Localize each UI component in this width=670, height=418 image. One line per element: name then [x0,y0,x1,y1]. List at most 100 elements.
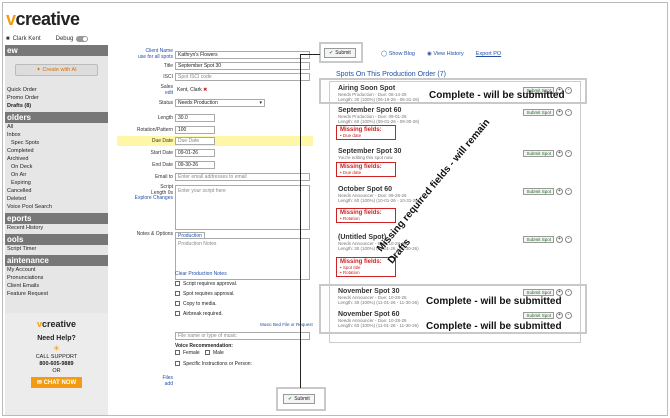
remove-icon[interactable]: ✖ [203,87,207,93]
music-field[interactable]: File name or type of music [175,332,310,340]
copy-icon[interactable]: + [556,150,563,157]
sidebar-item-completed[interactable]: Completed [5,147,108,155]
sidebar-item-my-account[interactable]: My Account [5,266,108,274]
rotation-field[interactable]: 100 [175,126,215,134]
lightbulb-icon: ☀ [52,344,61,353]
copy-icon[interactable]: + [556,188,563,195]
isci-field[interactable]: Spot ISCI code [175,73,310,81]
explore-changes-link[interactable]: Explore Changes [135,195,173,201]
due-date-highlight [117,136,313,146]
export-po-link[interactable]: Export PO [476,51,501,57]
sidebar-item-recent-history[interactable]: Recent History [5,224,108,232]
sidebar-item-expiring[interactable]: Expiring [5,179,108,187]
sidebar-item-on-air[interactable]: On Air [5,171,108,179]
music-bed-link[interactable]: Music Bed File or Request [260,322,313,327]
help-title: Need Help? [37,335,76,342]
clear-production-notes-link[interactable]: Clear Production Notes [175,271,227,277]
copy-icon[interactable]: + [556,236,563,243]
view-history-link[interactable]: ◉ View History [427,51,464,57]
client-name-label[interactable]: Client Name use for all spots [138,48,173,60]
sales-value: Kent, Clark ✖ [177,87,208,93]
call-support-label: CALL SUPPORT [35,354,78,360]
complete-annotation: Complete - will be submitted [429,90,565,101]
complete-annotation: Complete - will be submitted [426,321,562,332]
show-blog-link[interactable]: ◯ Show Blog [381,51,415,57]
title-field[interactable]: September Spot 30 [175,62,310,70]
sales-label: Sales edit [160,84,173,96]
submit-spot-button[interactable]: Submit Spot [523,188,554,195]
script-approval-checkbox[interactable]: Script requires approval. [175,281,237,287]
connector-line-h [300,54,320,55]
section-reports: eports [5,213,108,224]
spot-form: Client Name use for all spots Kathryn's F… [115,48,315,415]
female-checkbox[interactable]: Female [175,350,200,356]
email-label: Email to [154,174,173,180]
start-date-label: Start Date [150,150,173,156]
client-name-field[interactable]: Kathryn's Flowers [175,51,310,59]
submit-spot-button[interactable]: Submit Spot [523,150,554,157]
due-date-field[interactable]: Due Date [175,137,215,145]
or-label: OR [52,368,61,374]
files-label[interactable]: Files add [162,375,173,387]
sidebar-item-spec-spots[interactable]: Spec Spots [5,139,108,147]
sidebar-item-drafts[interactable]: Drafts (8) [5,102,108,110]
submit-spot-button[interactable]: Submit Spot [523,109,554,116]
sidebar-item-pronunciations[interactable]: Pronunciations [5,274,108,282]
chat-now-button[interactable]: ✉ CHAT NOW [30,377,83,388]
copy-icon[interactable]: + [556,109,563,116]
delete-icon[interactable]: - [565,188,572,195]
sidebar-item-cancelled[interactable]: Cancelled [5,187,108,195]
support-phone[interactable]: 800-605-9889 [5,361,108,367]
spot-actions: Submit Spot + - [523,150,572,157]
length-field[interactable]: 30.0 [175,114,215,122]
debug-toggle[interactable] [76,36,89,42]
sidebar-item-archived[interactable]: Archived [5,155,108,163]
help-box: vcreative Need Help? ☀ CALL SUPPORT 800-… [5,313,108,415]
section-tools: ools [5,234,108,245]
email-field[interactable]: Enter email addresses to email [175,173,310,181]
length-label: Length [157,115,173,121]
status-select[interactable]: Needs Production ▾ [175,99,265,107]
sidebar-item-deleted[interactable]: Deleted [5,195,108,203]
sidebar-item-feature-request[interactable]: Feature Request [5,290,108,298]
sidebar-item-script-timer[interactable]: Script Timer [5,245,108,253]
sidebar-item-promo-order[interactable]: Promo Order [5,94,108,102]
airbreak-checkbox[interactable]: Airbreak required. [175,311,223,317]
missing-fields-box: Missing fields: • Rotation [336,208,396,223]
spot-approval-checkbox[interactable]: Spot requires approval. [175,291,235,297]
script-textarea[interactable]: Enter your script here [175,185,310,230]
notes-label: Notes & Options [136,231,173,237]
sidebar-item-voice-pool-search[interactable]: Voice Pool Search [5,203,108,211]
end-date-label: End Date [152,162,173,168]
status-label: Status [158,100,173,106]
delete-icon[interactable]: - [565,236,572,243]
sidebar-item-client-emails[interactable]: Client Emails [5,282,108,290]
user-name[interactable]: Clark Kent [13,36,41,42]
sidebar: ew ✦ Create with AI Quick Order Promo Or… [5,45,108,415]
specific-checkbox[interactable]: Specific Instructions or Person: [175,361,252,367]
delete-icon[interactable]: - [565,150,572,157]
male-checkbox[interactable]: Male [205,350,224,356]
create-with-ai-button[interactable]: ✦ Create with AI [15,64,98,76]
panel-links: ◯ Show Blog ◉ View History Export PO [381,51,501,57]
spot-actions: Submit Spot + - [523,188,572,195]
sidebar-item-quick-order[interactable]: Quick Order [5,86,108,94]
top-submit-button[interactable]: ✔ Submit [324,48,356,58]
end-date-field[interactable]: 09-30-26 [175,161,215,169]
section-new: ew [5,45,108,56]
app-logo[interactable]: vcreative [6,9,80,30]
submit-spot-button[interactable]: Submit Spot [523,236,554,243]
panel-title: Spots On This Production Order (7) [336,71,446,78]
isci-label: ISCI [163,74,173,80]
copy-to-media-checkbox[interactable]: Copy to media. [175,301,217,307]
missing-fields-box: Missing fields: • Due date [336,162,396,177]
sidebar-item-all[interactable]: All [5,123,108,131]
connector-line-v [300,54,301,388]
bottom-submit-button[interactable]: ✔ Submit [283,394,315,404]
check-icon: ✔ [329,50,334,56]
spot-actions: Submit Spot + - [523,109,572,116]
sidebar-item-on-deck[interactable]: On Deck [5,163,108,171]
sidebar-item-inbox[interactable]: Inbox [5,131,108,139]
start-date-field[interactable]: 09-01-26 [175,149,215,157]
delete-icon[interactable]: - [565,109,572,116]
